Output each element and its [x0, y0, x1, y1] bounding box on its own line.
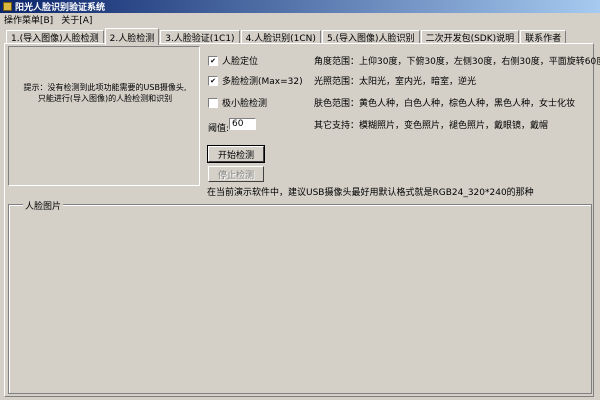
tab-sdk-docs[interactable]: 二次开发包(SDK)说明	[420, 30, 520, 44]
face-image-group: 人脸图片	[8, 199, 592, 394]
option-multi-face-label: 多脸检测(Max=32)	[222, 77, 303, 87]
info-light-range: 光照范围：太阳光，室内光，暗室，逆光	[314, 77, 477, 87]
menu-about[interactable]: 关于[A]	[57, 13, 96, 26]
threshold-label: 阈值:	[208, 124, 230, 134]
option-face-locate[interactable]: ✔ 人脸定位	[208, 54, 258, 67]
app-icon	[3, 2, 12, 11]
tab-import-face-detect[interactable]: 1.(导入图像)人脸检测	[6, 30, 104, 44]
menu-bar: 操作菜单[B] 关于[A]	[0, 13, 600, 26]
stop-detect-button[interactable]: 停止检测	[208, 166, 264, 182]
camera-tip: 提示：没有检测到此项功能需要的USB摄像头, 只能进行(导入图像)的人脸检测和识…	[13, 82, 197, 104]
camera-tip-line-2: 只能进行(导入图像)的人脸检测和识别	[37, 94, 173, 103]
tab-import-face-identify[interactable]: 5.(导入图像)人脸识别	[321, 30, 420, 44]
info-angle-range: 角度范围：上仰30度，下俯30度，左侧30度，右侧30度，平面旋转60度	[314, 57, 600, 67]
window-title: 阳光人脸识别验证系统	[15, 3, 106, 13]
menu-operations[interactable]: 操作菜单[B]	[0, 13, 57, 26]
tab-contact-author[interactable]: 联系作者	[520, 30, 567, 44]
title-bar: 阳光人脸识别验证系统	[0, 0, 600, 13]
checkbox-tiny-face[interactable]	[208, 97, 218, 108]
camera-tip-line-1: 提示：没有检测到此项功能需要的USB摄像头,	[23, 83, 187, 92]
option-tiny-face[interactable]: 极小脸检测	[208, 96, 267, 109]
option-face-locate-label: 人脸定位	[222, 57, 259, 67]
checkbox-face-locate[interactable]: ✔	[208, 55, 218, 66]
info-other-support: 其它支持：模糊照片，变色照片，褪色照片，戴眼镜，戴帽	[314, 121, 549, 131]
option-tiny-face-label: 极小脸检测	[222, 99, 268, 109]
threshold-input[interactable]	[229, 118, 256, 130]
start-detect-button[interactable]: 开始检测	[207, 145, 265, 163]
usb-camera-hint: 在当前演示软件中，建议USB摄像头最好用默认格式就是RGB24_320*240的…	[207, 188, 534, 198]
info-skin-range: 肤色范围：黄色人种，白色人种，棕色人种，黑色人种，女士化妆	[314, 99, 576, 109]
checkbox-multi-face[interactable]: ✔	[208, 75, 218, 86]
tab-face-detect[interactable]: 2.人脸检测	[104, 28, 160, 45]
face-image-group-label: 人脸图片	[23, 199, 64, 212]
tab-face-identify[interactable]: 4.人脸识别(1CN)	[240, 30, 321, 44]
tab-face-verify[interactable]: 3.人脸验证(1C1)	[160, 30, 240, 44]
camera-preview-box: 提示：没有检测到此项功能需要的USB摄像头, 只能进行(导入图像)的人脸检测和识…	[8, 46, 200, 186]
option-multi-face[interactable]: ✔ 多脸检测(Max=32)	[208, 74, 303, 87]
tab-strip: 1.(导入图像)人脸检测 2.人脸检测 3.人脸验证(1C1) 4.人脸识别(1…	[6, 27, 567, 45]
